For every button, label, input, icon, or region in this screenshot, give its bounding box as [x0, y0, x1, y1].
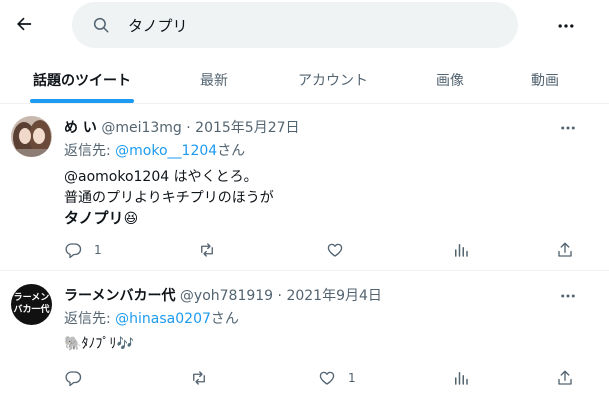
tab-photos[interactable]: 画像 — [428, 56, 472, 104]
tweet[interactable]: め い @mei13mg · 2015年5月27日 返信先: @moko__12… — [0, 104, 609, 271]
more-horizontal-icon — [558, 24, 574, 28]
timestamp[interactable]: 2021年9月4日 — [286, 288, 381, 304]
separator: · — [186, 120, 191, 136]
reply-button[interactable] — [64, 366, 94, 390]
like-count: 1 — [348, 371, 356, 385]
tweet-more-button[interactable] — [555, 118, 581, 138]
tweet-actions: 1 — [64, 238, 584, 262]
tab-top[interactable]: 話題のツイート — [28, 56, 136, 104]
reply-suffix: さん — [217, 143, 246, 159]
tab-videos[interactable]: 動画 — [523, 56, 567, 104]
avatar[interactable]: ラーメン バカ一代 — [11, 284, 52, 325]
views-chart-icon — [455, 244, 468, 257]
handle[interactable]: @mei13mg — [101, 120, 181, 136]
reply-mention[interactable]: @moko__1204 — [115, 143, 217, 159]
retweet-button[interactable] — [198, 238, 216, 262]
reply-suffix: さん — [210, 311, 239, 327]
tweet-text-bold: タノプリ — [64, 209, 124, 227]
reply-prefix: 返信先: — [64, 143, 111, 159]
elephant-emoji-icon: 🐘 — [64, 336, 82, 352]
search-icon — [93, 17, 109, 33]
reply-count: 1 — [94, 243, 102, 257]
avatar[interactable] — [11, 116, 52, 157]
tweet-text-line: 普通のプリよりキチプリのほうが — [64, 190, 274, 206]
views-chart-icon — [455, 372, 468, 385]
separator: · — [277, 288, 282, 304]
more-options-button[interactable] — [552, 12, 580, 40]
reply-icon — [65, 371, 82, 387]
share-icon — [558, 370, 572, 385]
tab-latest[interactable]: 最新 — [192, 56, 236, 104]
timestamp[interactable]: 2015年5月27日 — [195, 120, 299, 136]
search-tabs: 話題のツイート 最新 アカウント 画像 動画 — [0, 56, 609, 104]
heart-icon — [319, 371, 335, 385]
tweet-more-button[interactable] — [555, 286, 581, 306]
reply-prefix: 返信先: — [64, 311, 111, 327]
music-notes-emoji-icon: 🎶 — [116, 336, 134, 352]
reply-mention[interactable]: @hinasa0207 — [115, 311, 211, 327]
tweet-actions: 1 — [64, 366, 584, 390]
retweet-button[interactable] — [190, 366, 208, 390]
search-input[interactable] — [128, 14, 498, 36]
tab-people[interactable]: アカウント — [288, 56, 378, 104]
reply-icon — [65, 243, 82, 259]
active-tab-indicator — [30, 99, 134, 103]
back-button[interactable] — [10, 10, 38, 38]
more-horizontal-icon — [561, 294, 575, 298]
retweet-icon — [201, 243, 213, 257]
display-name[interactable]: め い — [64, 120, 97, 136]
tweet[interactable]: ラーメン バカ一代 ラーメンバカー代 @yoh781919 · 2021年9月4… — [0, 272, 609, 404]
back-arrow-icon — [17, 17, 32, 31]
search-box[interactable] — [72, 2, 518, 48]
avatar-text: ラーメン バカ一代 — [13, 293, 50, 315]
share-button[interactable] — [556, 238, 574, 262]
views-button[interactable] — [452, 238, 470, 262]
avatar-photo — [11, 116, 52, 157]
like-button[interactable]: 1 — [318, 366, 356, 390]
more-horizontal-icon — [561, 126, 575, 130]
tweet-text-line: @aomoko1204 はやくとろ。 — [64, 169, 258, 185]
top-bar — [0, 0, 609, 50]
laughing-emoji-icon: 😆 — [123, 211, 139, 227]
reply-button[interactable]: 1 — [64, 238, 102, 262]
share-icon — [558, 242, 572, 257]
display-name[interactable]: ラーメンバカー代 — [64, 288, 175, 304]
tweet-text: ﾀﾉﾌﾟﾘ — [81, 336, 117, 352]
like-button[interactable] — [326, 238, 356, 262]
views-button[interactable] — [452, 366, 470, 390]
handle[interactable]: @yoh781919 — [180, 288, 273, 304]
share-button[interactable] — [556, 366, 574, 390]
retweet-icon — [193, 371, 205, 385]
heart-icon — [327, 243, 343, 257]
